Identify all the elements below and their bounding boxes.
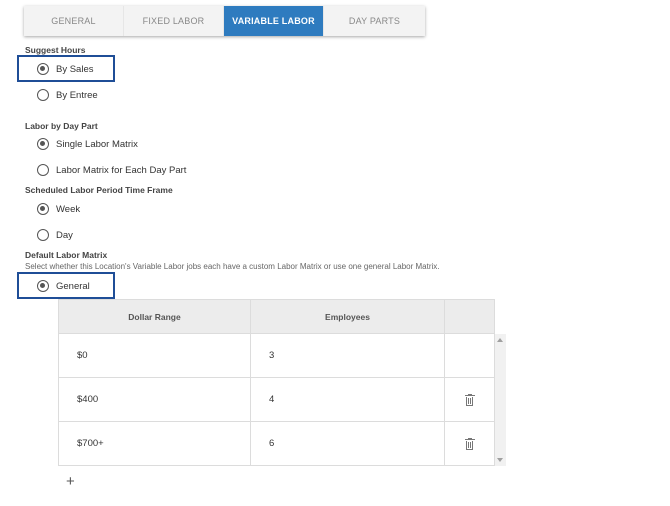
radio-by-entree-button[interactable]: [37, 89, 49, 101]
suggest-hours-title: Suggest Hours: [25, 45, 86, 55]
column-header-actions: [445, 300, 494, 333]
labor-by-day-part-title: Labor by Day Part: [25, 121, 98, 131]
radio-single-labor-matrix[interactable]: Single Labor Matrix: [37, 138, 138, 150]
radio-day-button[interactable]: [37, 229, 49, 241]
scheduled-period-title: Scheduled Labor Period Time Frame: [25, 185, 173, 195]
table-scrollbar[interactable]: [495, 334, 506, 466]
default-labor-matrix-title: Default Labor Matrix: [25, 250, 108, 260]
scroll-down-arrow-icon[interactable]: [497, 458, 503, 462]
tab-general[interactable]: GENERAL: [24, 6, 124, 36]
cell-actions: [445, 422, 494, 465]
radio-week-label: Week: [56, 203, 81, 215]
trash-icon[interactable]: [464, 437, 475, 450]
table-row: $0 3: [58, 334, 495, 378]
cell-dollar-range[interactable]: $700+: [59, 422, 251, 465]
radio-day-label: Day: [56, 229, 73, 241]
cell-actions: [445, 334, 494, 377]
radio-single-labor-matrix-label: Single Labor Matrix: [56, 138, 138, 150]
radio-week[interactable]: Week: [37, 203, 80, 215]
cell-employees[interactable]: 4: [251, 378, 445, 421]
radio-by-sales[interactable]: By Sales: [37, 63, 94, 75]
column-header-dollar-range: Dollar Range: [59, 300, 251, 333]
tab-day-parts[interactable]: DAY PARTS: [324, 6, 425, 36]
radio-by-sales-button[interactable]: [37, 63, 49, 75]
radio-day[interactable]: Day: [37, 229, 73, 241]
default-labor-matrix-description: Select whether this Location's Variable …: [25, 262, 440, 271]
plus-icon[interactable]: +: [66, 474, 75, 489]
radio-labor-matrix-each-day-part[interactable]: Labor Matrix for Each Day Part: [37, 164, 186, 176]
radio-labor-matrix-each-day-part-label: Labor Matrix for Each Day Part: [56, 164, 187, 176]
trash-icon[interactable]: [464, 393, 475, 406]
cell-dollar-range[interactable]: $0: [59, 334, 251, 377]
cell-dollar-range[interactable]: $400: [59, 378, 251, 421]
radio-general-label: General: [56, 280, 90, 292]
tab-fixed-labor[interactable]: FIXED LABOR: [124, 6, 224, 36]
table-row: $700+ 6: [58, 422, 495, 466]
radio-general[interactable]: General: [37, 280, 90, 292]
cell-actions: [445, 378, 494, 421]
radio-by-entree[interactable]: By Entree: [37, 89, 98, 101]
labor-matrix-table: Dollar Range Employees: [58, 299, 495, 334]
radio-single-labor-matrix-button[interactable]: [37, 138, 49, 150]
tab-bar: GENERAL FIXED LABOR VARIABLE LABOR DAY P…: [24, 6, 425, 36]
radio-by-sales-label: By Sales: [56, 63, 94, 75]
table-header: Dollar Range Employees: [58, 299, 495, 334]
tab-variable-labor[interactable]: VARIABLE LABOR: [224, 6, 324, 36]
radio-general-button[interactable]: [37, 280, 49, 292]
table-row: $400 4: [58, 378, 495, 422]
radio-by-entree-label: By Entree: [56, 89, 98, 101]
cell-employees[interactable]: 6: [251, 422, 445, 465]
table-body: $0 3 $400 4 $700+ 6: [58, 334, 506, 466]
radio-week-button[interactable]: [37, 203, 49, 215]
column-header-employees: Employees: [251, 300, 445, 333]
radio-labor-matrix-each-day-part-button[interactable]: [37, 164, 49, 176]
scroll-up-arrow-icon[interactable]: [497, 338, 503, 342]
cell-employees[interactable]: 3: [251, 334, 445, 377]
